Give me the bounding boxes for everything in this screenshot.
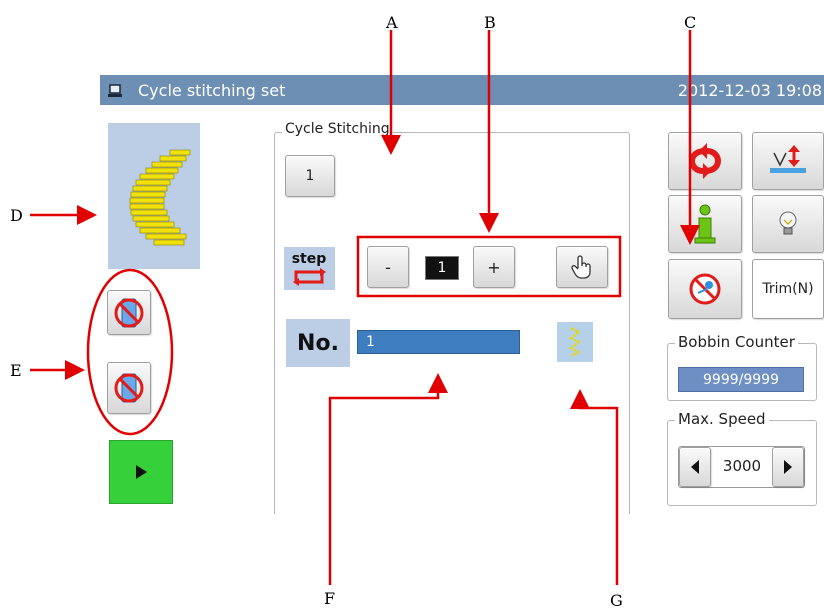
annotation-label-e: E [10, 361, 22, 380]
annotation-box-b [356, 235, 622, 298]
annotation-label-b: B [484, 13, 496, 32]
annotation-label-d: D [10, 206, 23, 225]
annotation-ellipse-e [86, 268, 174, 436]
annotation-label-g: G [610, 591, 623, 610]
annotation-arrow-f [328, 373, 448, 585]
annotation-label-f: F [324, 589, 335, 608]
annotation-overlay: A B C D E F G [10, 13, 700, 610]
annotation-label-a: A [385, 13, 398, 32]
annotation-label-c: C [684, 13, 696, 32]
annotation-arrow-g [570, 389, 619, 585]
